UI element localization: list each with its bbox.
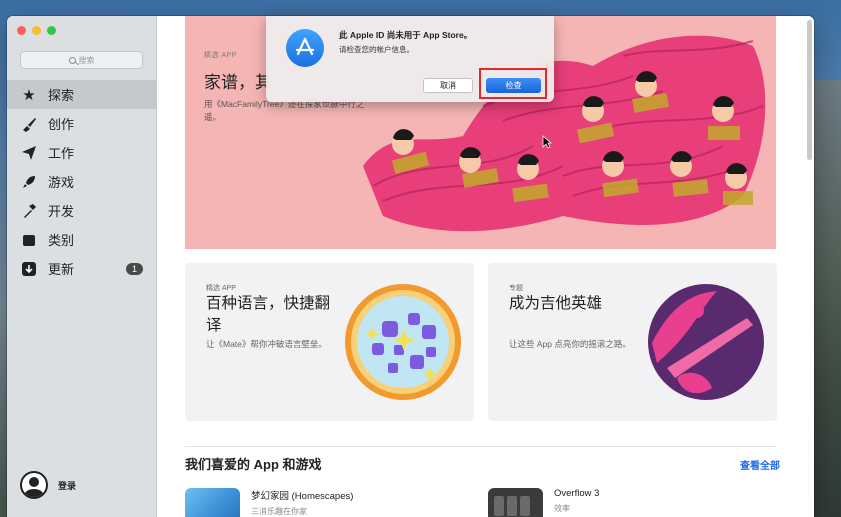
app-name: 梦幻家园 (Homescapes)	[251, 491, 354, 502]
box-icon	[20, 231, 38, 249]
mouse-cursor-icon	[542, 135, 552, 149]
overflow-app-icon	[488, 488, 543, 517]
app-name: Overflow 3	[554, 488, 600, 499]
dialog-title: 此 Apple ID 尚未用于 App Store。	[339, 30, 473, 40]
sidebar-item-categories[interactable]: 类别	[7, 225, 157, 254]
check-button[interactable]: 检查	[486, 78, 541, 93]
card-title: 百种语言，快捷翻译	[206, 295, 331, 334]
app-list-item[interactable]: Overflow 3 效率	[488, 488, 599, 517]
minimize-window-button[interactable]	[32, 26, 41, 35]
guitar-illustration	[648, 284, 764, 400]
sidebar-item-label: 工作	[48, 146, 75, 161]
section-divider	[185, 446, 776, 447]
app-list-item[interactable]: 梦幻家园 (Homescapes) 三消乐趣在你家	[185, 488, 353, 517]
rocket-icon	[20, 173, 38, 191]
login-button[interactable]: 登录	[20, 471, 76, 499]
sidebar-item-develop[interactable]: 开发	[7, 196, 157, 225]
sidebar-item-label: 创作	[48, 117, 75, 132]
homescapes-app-icon	[185, 488, 240, 517]
card-kicker: 精选 APP	[206, 285, 236, 292]
card-kicker: 专题	[509, 285, 523, 292]
section-title: 我们喜爱的 App 和游戏	[185, 457, 322, 472]
card-description: 让《Mate》帮你冲破语言壁垒。	[206, 339, 327, 349]
featured-card-mate[interactable]: 精选 APP 百种语言，快捷翻译 让《Mate》帮你冲破语言壁垒。	[185, 263, 474, 421]
sidebar: 搜索 ★ 探索 创作 工作 游戏 开发 类别 更新 1 登录	[7, 16, 157, 517]
sidebar-item-label: 类别	[48, 233, 75, 248]
zoom-window-button[interactable]	[47, 26, 56, 35]
sidebar-item-label: 更新	[48, 262, 75, 277]
download-icon	[20, 260, 38, 278]
sidebar-item-label: 开发	[48, 204, 75, 219]
sidebar-item-games[interactable]: 游戏	[7, 167, 157, 196]
hero-title: 家谱，其	[204, 73, 272, 92]
desktop-background	[811, 80, 841, 517]
brush-icon	[20, 115, 38, 133]
sidebar-item-updates[interactable]: 更新 1	[7, 254, 157, 283]
sidebar-item-create[interactable]: 创作	[7, 109, 157, 138]
sidebar-item-discover[interactable]: ★ 探索	[7, 80, 157, 109]
see-all-link[interactable]: 查看全部	[740, 457, 780, 472]
updates-badge: 1	[125, 262, 143, 275]
login-label: 登录	[58, 480, 77, 491]
search-icon	[68, 56, 76, 64]
sidebar-item-work[interactable]: 工作	[7, 138, 157, 167]
app-subtitle: 效率	[554, 504, 570, 513]
cancel-button[interactable]: 取消	[423, 78, 473, 93]
account-alert-dialog: 此 Apple ID 尚未用于 App Store。 请检查您的帐户信息。 取消…	[266, 16, 554, 102]
sidebar-nav: ★ 探索 创作 工作 游戏 开发 类别 更新 1	[7, 80, 157, 283]
close-window-button[interactable]	[17, 26, 26, 35]
sidebar-item-label: 探索	[48, 88, 75, 103]
avatar-icon	[20, 471, 48, 499]
search-field[interactable]: 搜索	[20, 51, 143, 69]
card-title: 成为吉他英雄	[509, 295, 603, 312]
app-store-icon	[286, 29, 324, 67]
paperplane-icon	[20, 144, 38, 162]
translation-illustration	[345, 284, 461, 400]
scrollbar[interactable]	[807, 20, 812, 160]
app-subtitle: 三消乐趣在你家	[251, 507, 307, 516]
card-description: 让这些 App 点亮你的摇滚之路。	[509, 339, 631, 349]
sidebar-item-label: 游戏	[48, 175, 75, 190]
hammer-icon	[20, 202, 38, 220]
dialog-message: 请检查您的帐户信息。	[339, 45, 414, 54]
search-placeholder: 搜索	[78, 55, 95, 65]
window-controls	[17, 26, 56, 35]
hero-kicker: 精选 APP	[204, 52, 237, 59]
star-icon: ★	[22, 86, 36, 104]
featured-card-guitar[interactable]: 专题 成为吉他英雄 让这些 App 点亮你的摇滚之路。	[488, 263, 777, 421]
